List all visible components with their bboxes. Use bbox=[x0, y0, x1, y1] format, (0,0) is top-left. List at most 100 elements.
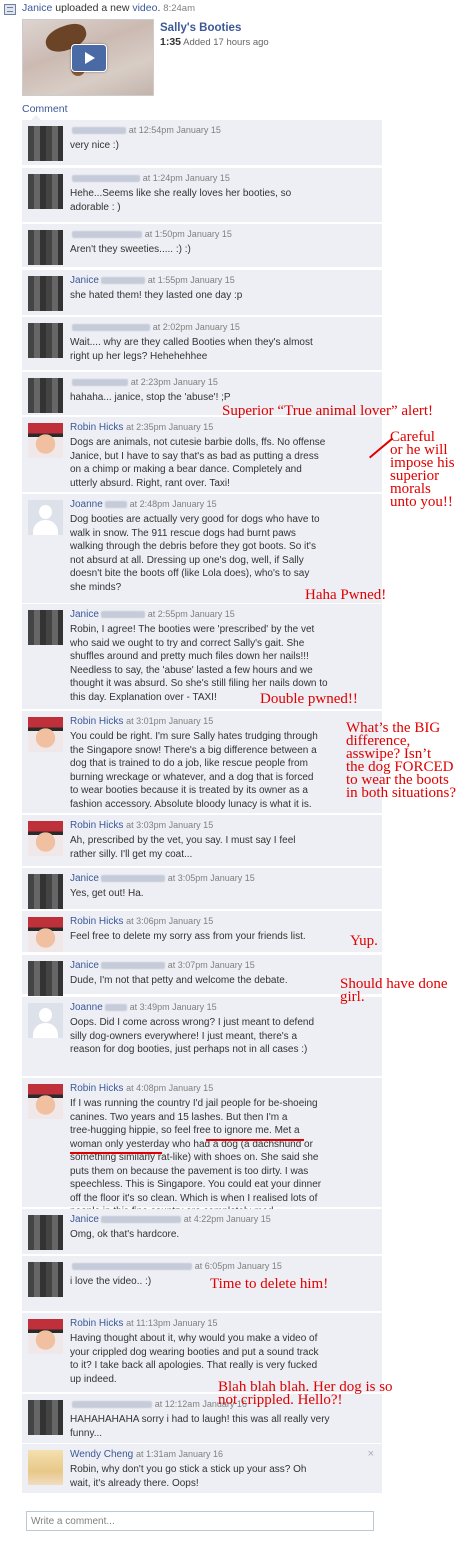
comment-text: HAHAHAHAHA sorry i had to laugh! this wa… bbox=[70, 1414, 330, 1439]
comment-text: Omg, ok that's hardcore. bbox=[70, 1229, 180, 1240]
comment-text: If I was running the country I'd jail pe… bbox=[70, 1098, 322, 1217]
comment-item: Robin Hicks at 4:08pm January 15 If I was… bbox=[22, 1078, 382, 1217]
commenter-name-link[interactable]: Janice bbox=[70, 960, 99, 971]
commenter-avatar[interactable] bbox=[28, 1003, 63, 1038]
commenter-avatar[interactable] bbox=[28, 500, 63, 535]
comment-timestamp: at 1:55pm January 15 bbox=[147, 275, 235, 285]
comment-item: Janice at 1:55pm January 15 she hated the… bbox=[22, 270, 382, 316]
commenter-avatar[interactable] bbox=[28, 821, 63, 856]
commenter-avatar[interactable] bbox=[28, 1215, 63, 1250]
comment-header: at 12:54pm January 15 bbox=[70, 125, 221, 136]
comment-header: Robin Hicks at 2:35pm January 15 bbox=[70, 422, 213, 433]
commenter-name-link[interactable]: Robin Hicks bbox=[70, 1318, 123, 1329]
story-video-link[interactable]: video bbox=[132, 2, 157, 14]
play-button-icon[interactable] bbox=[71, 44, 107, 72]
comment-timestamp: at 3:49pm January 15 bbox=[129, 1002, 217, 1012]
video-title-link[interactable]: Sally's Booties bbox=[160, 22, 241, 34]
annotation: Should have done girl. bbox=[340, 976, 448, 1005]
comment-header: Robin Hicks at 3:01pm January 15 bbox=[70, 716, 213, 727]
commenter-avatar[interactable] bbox=[28, 917, 63, 952]
annotation: Double pwned!! bbox=[260, 691, 358, 707]
commenter-avatar[interactable] bbox=[28, 717, 63, 752]
annotation-underline bbox=[206, 1139, 304, 1141]
redacted-name-blur bbox=[100, 874, 165, 882]
annotation: Haha Pwned! bbox=[305, 587, 387, 603]
commenter-avatar[interactable] bbox=[28, 378, 63, 413]
comment-text: Robin, why don't you go stick a stick up… bbox=[70, 1464, 307, 1489]
comment-timestamp: at 3:07pm January 15 bbox=[167, 960, 255, 970]
commenter-name-link[interactable]: Robin Hicks bbox=[70, 716, 123, 727]
comment-text: You could be right. I'm sure Sally hates… bbox=[70, 731, 318, 810]
story-time: 8:24am bbox=[163, 3, 195, 14]
annotation: Careful or he will impose his superior m… bbox=[390, 429, 455, 510]
video-thumbnail[interactable] bbox=[22, 19, 154, 96]
comment-timestamp: at 2:02pm January 15 bbox=[152, 322, 240, 332]
commenter-name-link[interactable]: Robin Hicks bbox=[70, 422, 123, 433]
commenter-avatar[interactable] bbox=[28, 323, 63, 358]
commenter-avatar[interactable] bbox=[28, 1450, 63, 1485]
redacted-name-blur bbox=[72, 323, 150, 331]
comment-timestamp: at 12:54pm January 15 bbox=[128, 125, 221, 135]
comment-header: at 1:50pm January 15 bbox=[70, 229, 232, 240]
redacted-name-blur bbox=[72, 1262, 192, 1270]
commenter-name-link[interactable]: Robin Hicks bbox=[70, 916, 123, 927]
redacted-name-blur bbox=[72, 174, 140, 182]
commenter-name-link[interactable]: Wendy Cheng bbox=[70, 1449, 133, 1460]
comment-timestamp: at 3:05pm January 15 bbox=[167, 873, 255, 883]
commenter-avatar[interactable] bbox=[28, 1319, 63, 1354]
story-actor-link[interactable]: Janice bbox=[22, 2, 52, 14]
delete-comment-icon[interactable]: × bbox=[368, 1448, 374, 1460]
commenter-name-link[interactable]: Janice bbox=[70, 1214, 99, 1225]
comment-timestamp: at 3:06pm January 15 bbox=[126, 916, 214, 926]
comment-text: Aren't they sweeties..... :) :) bbox=[70, 244, 191, 255]
commenter-avatar[interactable] bbox=[28, 610, 63, 645]
commenter-name-link[interactable]: Robin Hicks bbox=[70, 820, 123, 831]
comment-item: Janice at 4:22pm January 15 Omg, ok that'… bbox=[22, 1209, 382, 1255]
comment-header: Janice at 1:55pm January 15 bbox=[70, 275, 235, 286]
commenter-avatar[interactable] bbox=[28, 1262, 63, 1297]
commenter-name-link[interactable]: Janice bbox=[70, 609, 99, 620]
redacted-name-blur bbox=[104, 1003, 127, 1011]
comment-item: Joanne at 3:49pm January 15 Oops. Did I c… bbox=[22, 997, 382, 1077]
commenter-name-link[interactable]: Robin Hicks bbox=[70, 1083, 123, 1094]
comment-text: Feel free to delete my sorry ass from yo… bbox=[70, 931, 306, 942]
commenter-avatar[interactable] bbox=[28, 423, 63, 458]
commenter-avatar[interactable] bbox=[28, 1400, 63, 1435]
comment-text: Yes, get out! Ha. bbox=[70, 888, 144, 899]
commenter-avatar[interactable] bbox=[28, 126, 63, 161]
comment-text: very nice :) bbox=[70, 140, 119, 151]
annotation: Time to delete him! bbox=[210, 1276, 329, 1292]
commenter-name-link[interactable]: Joanne bbox=[70, 1002, 103, 1013]
commenter-avatar[interactable] bbox=[28, 174, 63, 209]
comment-link[interactable]: Comment bbox=[22, 103, 68, 115]
comment-text: Dogs are animals, not cutesie barbie dol… bbox=[70, 437, 326, 489]
commenter-avatar[interactable] bbox=[28, 230, 63, 265]
comment-timestamp: at 3:03pm January 15 bbox=[126, 820, 214, 830]
comment-header: at 6:05pm January 15 bbox=[70, 1261, 282, 1272]
video-meta: 1:35 Added 17 hours ago bbox=[160, 36, 269, 48]
comment-timestamp: at 2:55pm January 15 bbox=[147, 609, 235, 619]
comment-text: Having thought about it, why would you m… bbox=[70, 1333, 319, 1385]
commenter-avatar[interactable] bbox=[28, 961, 63, 996]
commenter-avatar[interactable] bbox=[28, 1084, 63, 1119]
redacted-name-blur bbox=[72, 230, 142, 238]
commenter-name-link[interactable]: Janice bbox=[70, 275, 99, 286]
comment-item: at 1:50pm January 15 Aren't they sweeties… bbox=[22, 224, 382, 268]
comment-input[interactable]: Write a comment... bbox=[26, 1511, 374, 1531]
annotation: Yup. bbox=[350, 933, 378, 949]
comment-timestamp: at 11:13pm January 15 bbox=[126, 1318, 218, 1328]
commenter-name-link[interactable]: Janice bbox=[70, 873, 99, 884]
commenter-avatar[interactable] bbox=[28, 874, 63, 909]
redacted-name-blur bbox=[72, 1400, 152, 1408]
comment-header: Joanne at 2:48pm January 15 bbox=[70, 499, 217, 510]
comment-item: at 12:54pm January 15 very nice :) bbox=[22, 120, 382, 166]
comment-item: Robin Hicks at 3:03pm January 15 Ah, pres… bbox=[22, 815, 382, 867]
commenter-name-link[interactable]: Joanne bbox=[70, 499, 103, 510]
comment-header: Robin Hicks at 4:08pm January 15 bbox=[70, 1083, 213, 1094]
comment-header: at 1:24pm January 15 bbox=[70, 173, 230, 184]
annotation: Superior “True animal lover” alert! bbox=[222, 403, 434, 419]
redacted-name-blur bbox=[100, 961, 165, 969]
story-action-text: uploaded a new bbox=[52, 2, 133, 14]
commenter-avatar[interactable] bbox=[28, 276, 63, 311]
comment-text: Dude, I'm not that petty and welcome the… bbox=[70, 975, 288, 986]
